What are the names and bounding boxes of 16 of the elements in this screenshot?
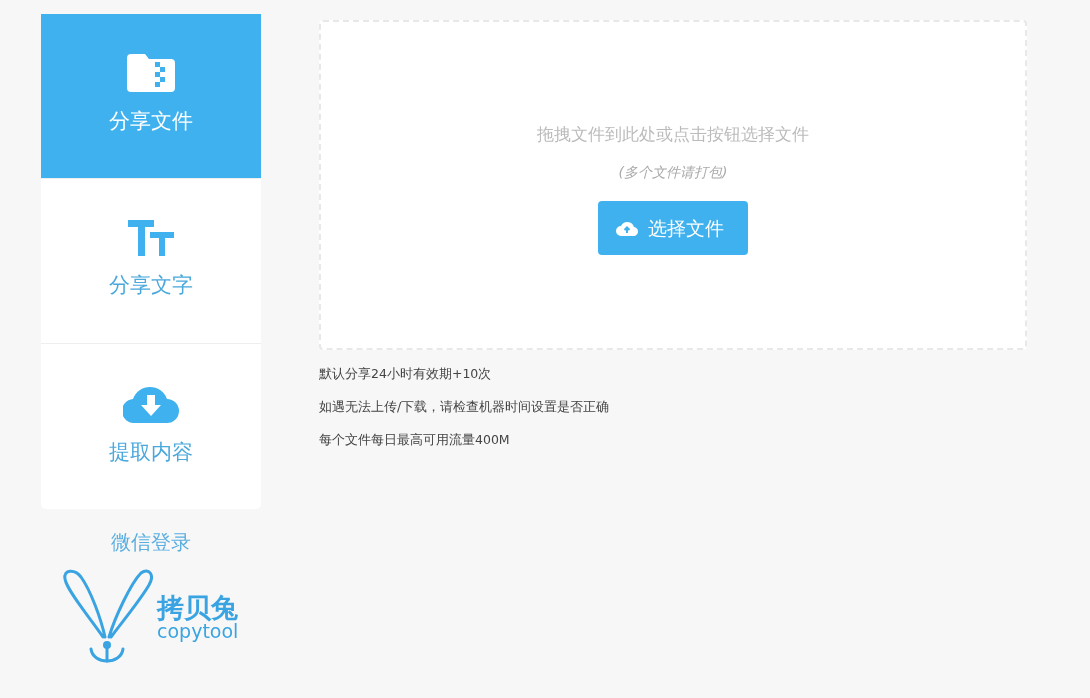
rabbit-logo-icon [61, 569, 153, 665]
wechat-login-link[interactable]: 微信登录 [111, 527, 191, 557]
info-note: 每个文件每日最高可用流量400M [319, 431, 511, 449]
folder-icon [127, 54, 175, 93]
logo-subtitle: copytool [157, 622, 239, 642]
cloud-download-icon [123, 384, 179, 423]
info-note: 如遇无法上传/下载，请检查机器时间设置是否正确 [319, 398, 611, 416]
dropzone-hint: 拖拽文件到此处或点击按钮选择文件 [537, 123, 809, 146]
dropzone-subhint: (多个文件请打包) [618, 162, 728, 182]
info-note: 默认分享24小时有效期+10次 [319, 365, 493, 383]
cloud-upload-icon [616, 219, 638, 236]
logo-title: 拷贝兔 [157, 592, 239, 623]
choose-file-button[interactable]: 选择文件 [598, 200, 748, 255]
sidebar-tab[interactable]: 分享文件 [41, 14, 261, 179]
file-dropzone[interactable]: 拖拽文件到此处或点击按钮选择文件 (多个文件请打包) 选择文件 [319, 20, 1027, 350]
text-size-icon [128, 220, 174, 257]
